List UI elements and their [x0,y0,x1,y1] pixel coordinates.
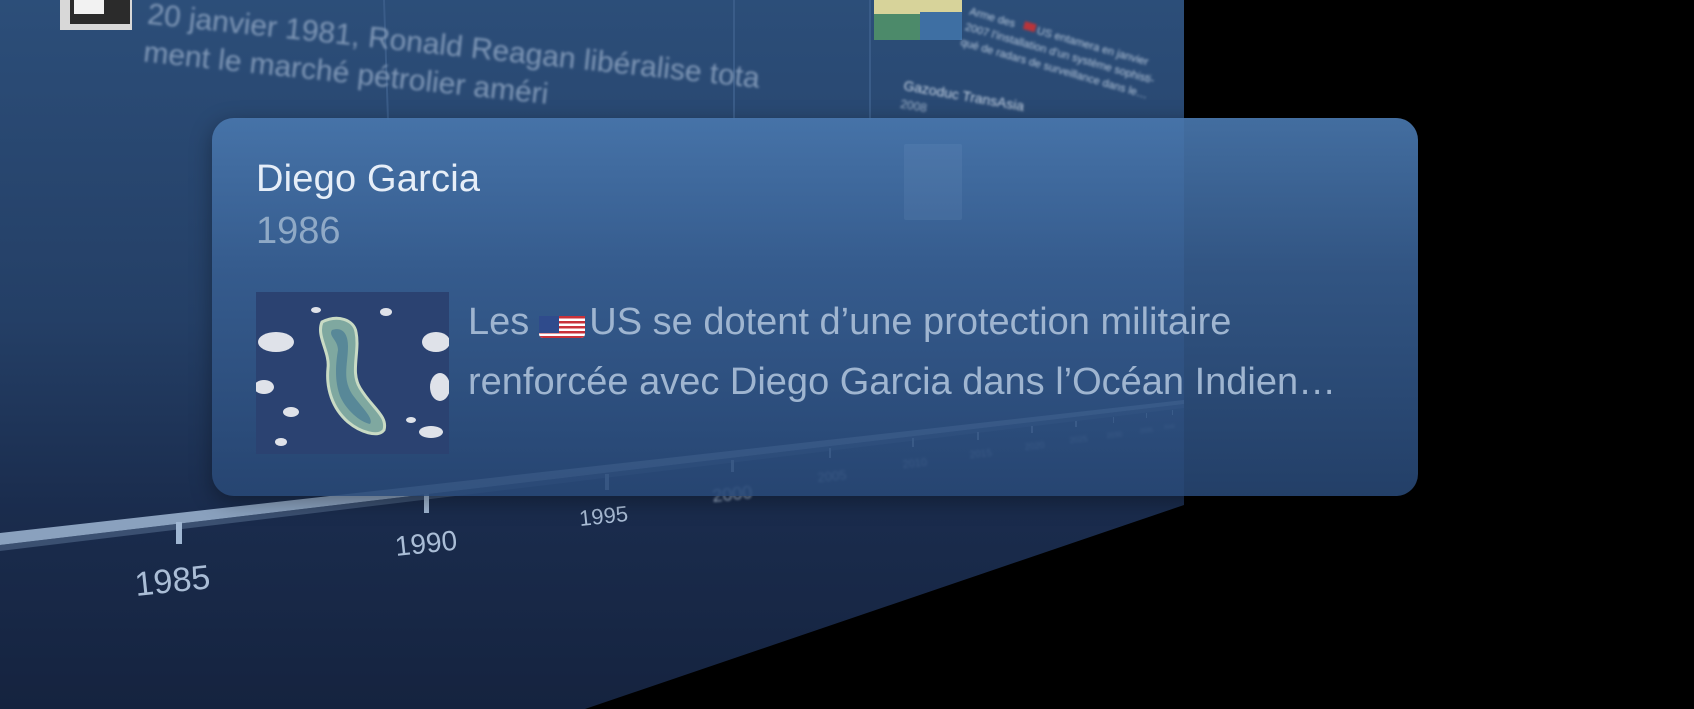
us-flag-icon [1022,21,1037,33]
event-card-right[interactable]: Arme des US entamera en janvier 2007 l’i… [874,0,1160,132]
us-flag-icon [539,306,586,338]
year-label-1985: 1985 [133,558,212,604]
tick-1990 [424,494,429,513]
right-card-year: 2008 [899,97,928,115]
description-body: US se dotent d’une protection militaire … [468,301,1337,403]
background-thumbnail-ghost [904,144,962,220]
year-label-1995: 1995 [578,501,629,531]
event-popover-card[interactable]: Diego Garcia 1986 Les US se dotent d’une… [212,118,1418,496]
popover-description: Les US se dotent d’une protection milita… [468,292,1368,412]
year-label-1990: 1990 [393,525,458,562]
event-text-reagan: 20 janvier 1981, Ronald Reagan libéralis… [142,0,762,111]
atoll-satellite-image[interactable] [256,292,449,454]
event-thumbnail-right [874,0,962,40]
description-prefix: Les [468,301,530,343]
popover-year: 1986 [256,210,341,252]
timeline-scene: 20 janvier 1981, Ronald Reagan libéralis… [0,0,1694,709]
tick-1985 [176,522,182,544]
popover-title: Diego Garcia [256,158,481,200]
event-thumbnail-left[interactable] [60,0,132,30]
atoll-image-graphic [256,292,449,454]
